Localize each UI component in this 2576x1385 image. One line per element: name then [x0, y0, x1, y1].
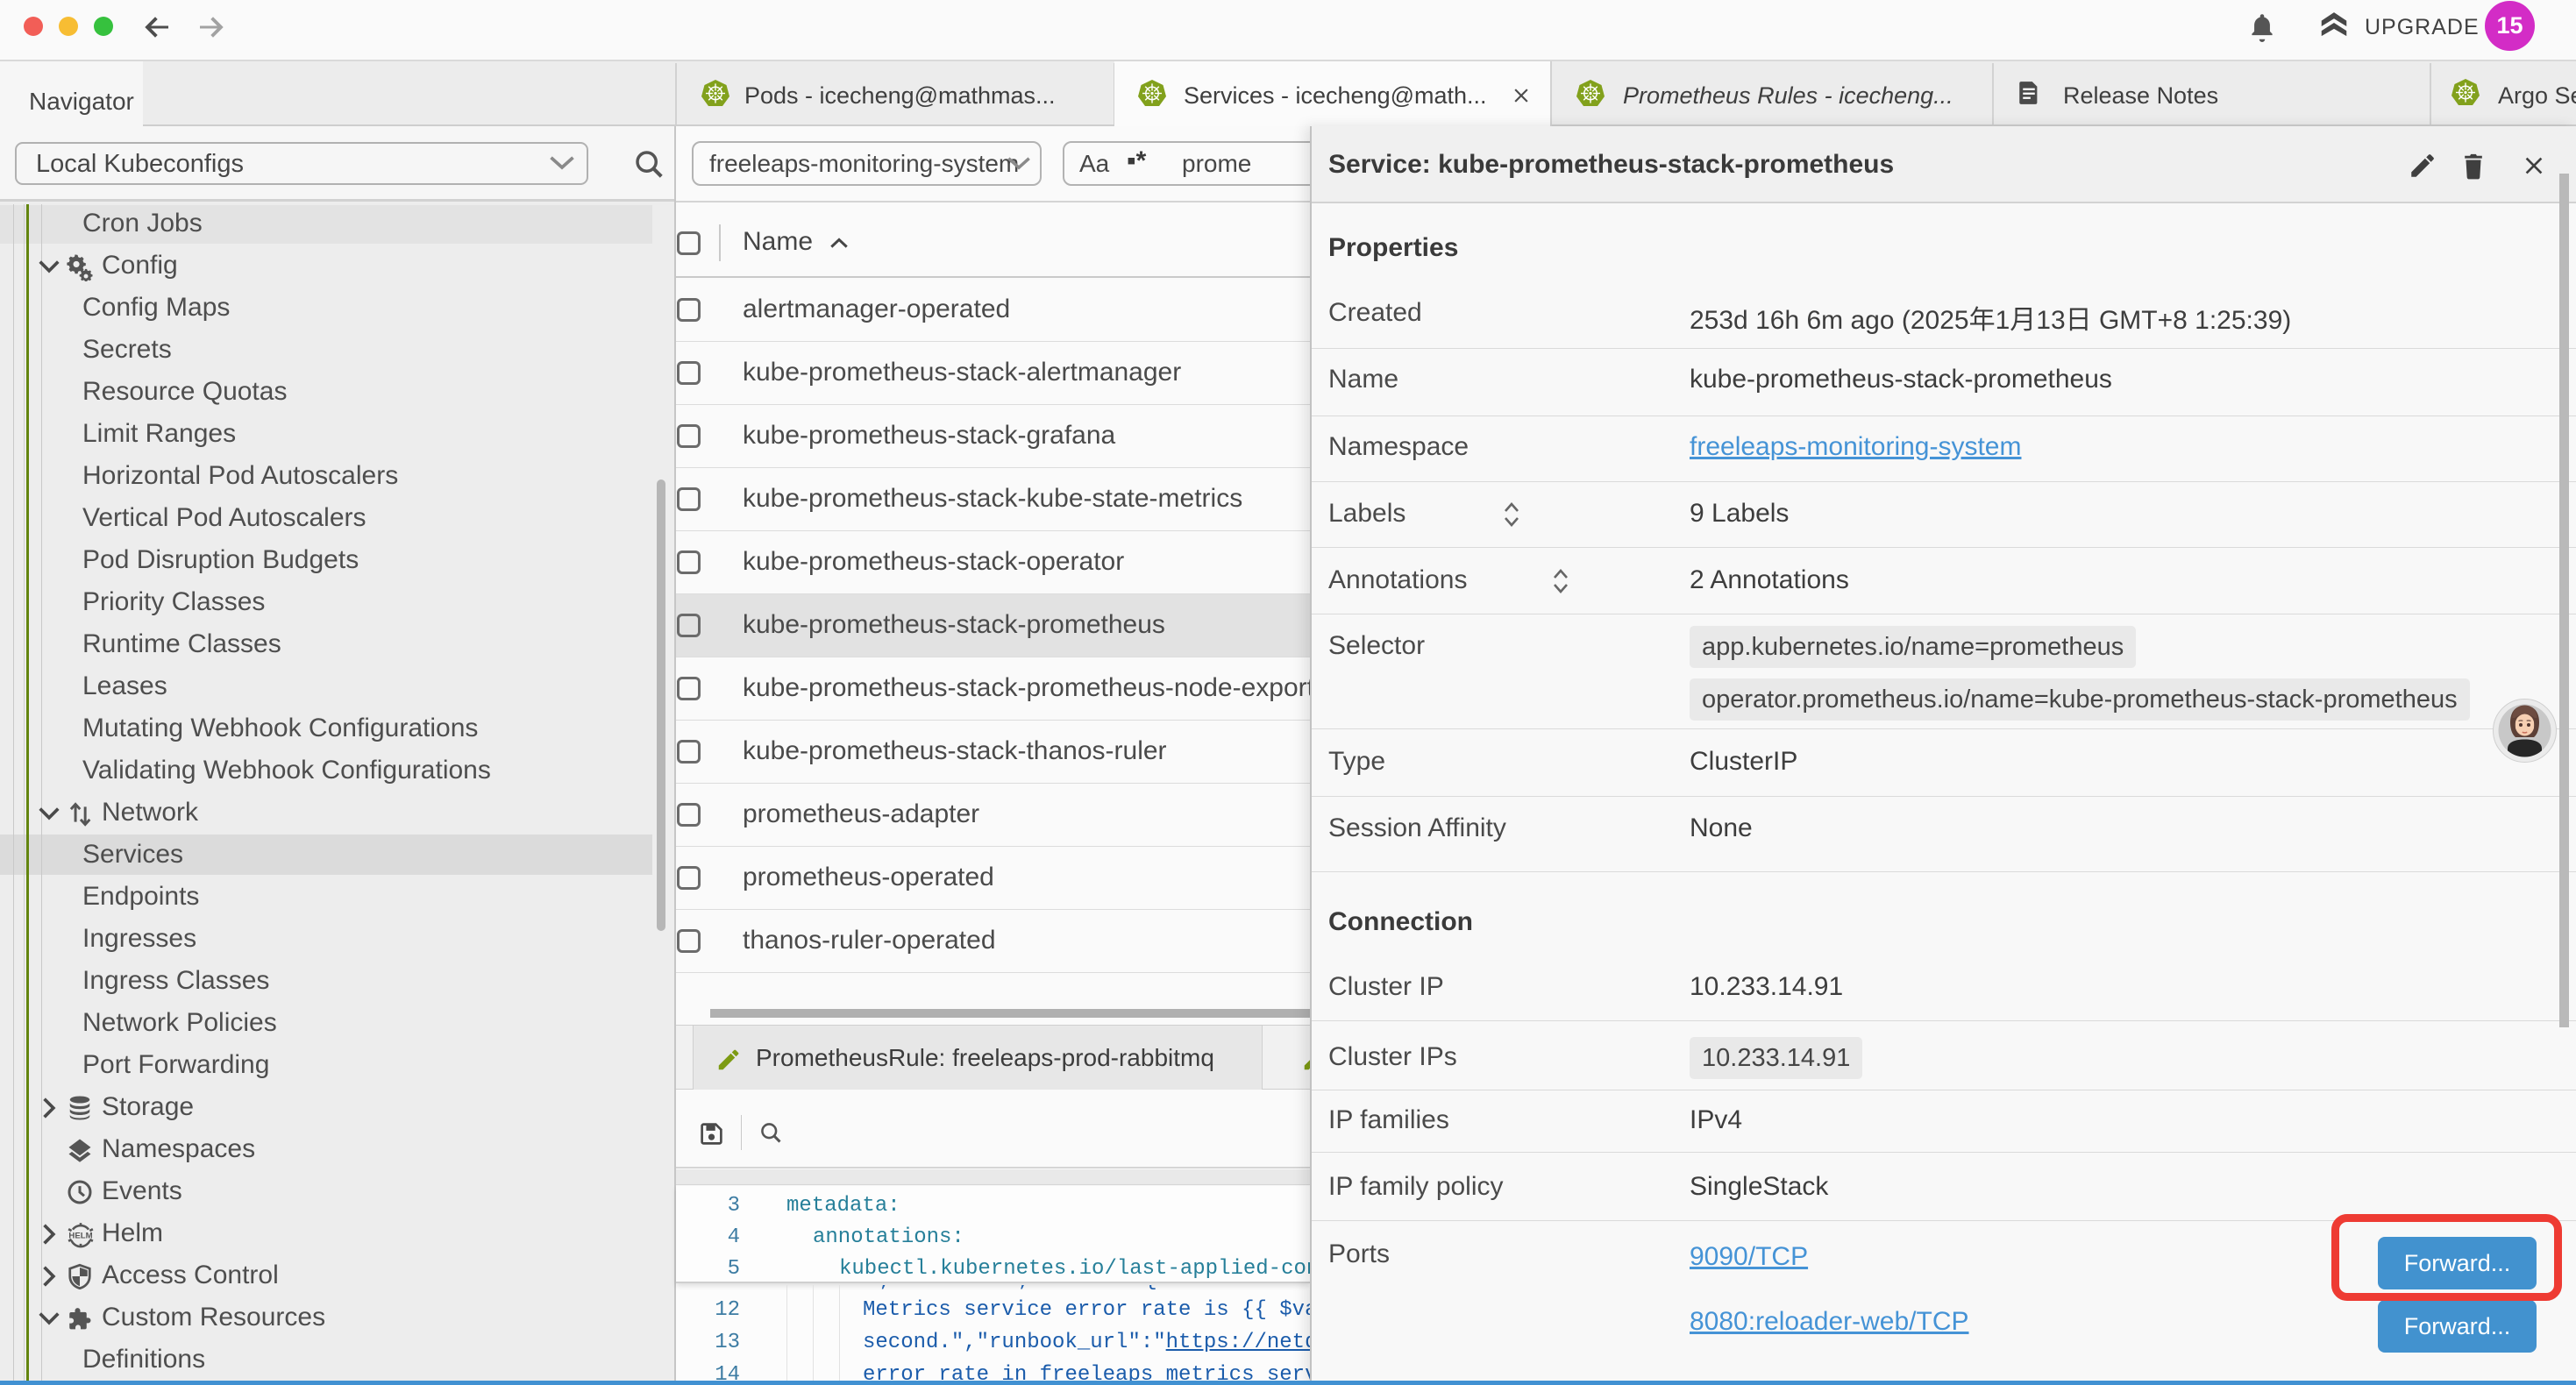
svg-text:HELM: HELM — [68, 1232, 92, 1241]
